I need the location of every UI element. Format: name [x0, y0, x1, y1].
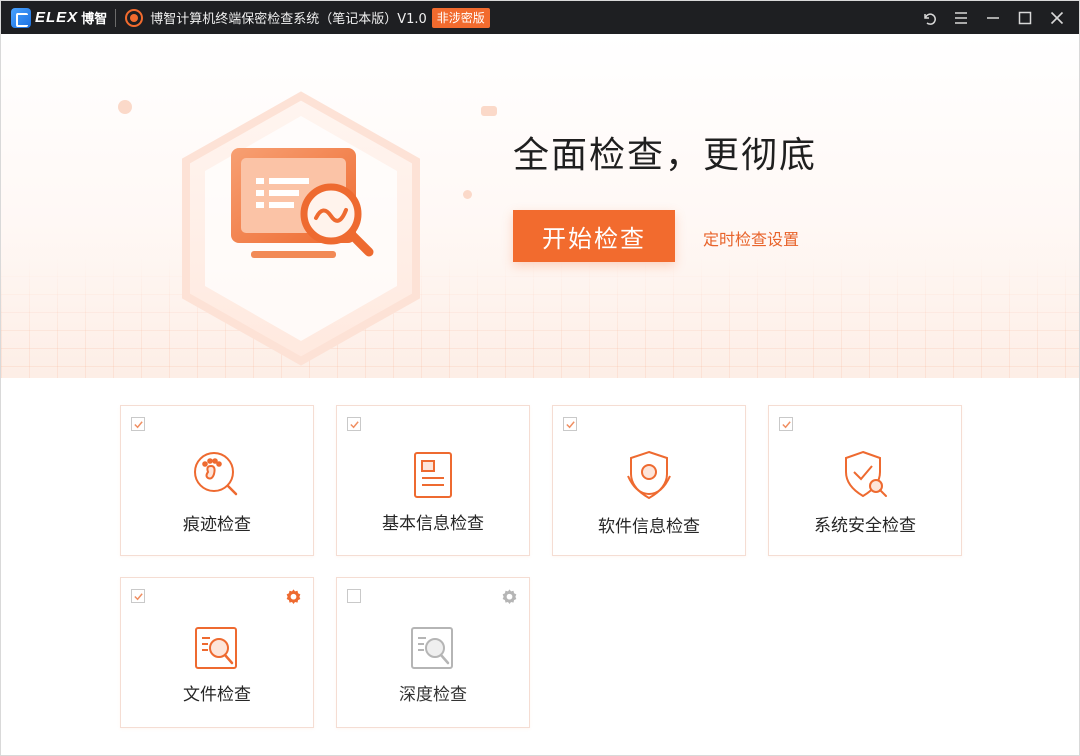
check-icon — [133, 592, 143, 600]
info-document-icon — [414, 452, 452, 498]
menu-button[interactable] — [945, 1, 977, 34]
check-card-basic-info[interactable]: 基本信息检查 — [336, 405, 530, 556]
maximize-button[interactable] — [1009, 1, 1041, 34]
check-card-file[interactable]: 文件检查 — [120, 577, 314, 728]
minimize-icon — [987, 16, 999, 19]
elex-logo-icon — [11, 7, 31, 28]
file-search-icon — [195, 627, 237, 669]
security-shield-check-icon — [845, 450, 887, 498]
card-label: 系统安全检查 — [814, 516, 916, 536]
brand-text: ELEX — [35, 9, 79, 26]
decor-dot — [463, 190, 472, 199]
menu-icon — [955, 11, 967, 24]
monitor-scan-illustration — [182, 91, 420, 366]
title-divider — [115, 8, 117, 27]
card-checkbox[interactable] — [347, 589, 361, 603]
title-bar[interactable]: ELEX 博智 博智计算机终端保密检查系统（笔记本版）V1.0 非涉密版 — [1, 1, 1079, 34]
hero-headline: 全面检查，更彻底 — [513, 135, 818, 176]
schedule-settings-link[interactable]: 定时检查设置 — [703, 226, 799, 250]
settings-gear-icon[interactable] — [500, 587, 519, 606]
deep-search-icon — [411, 627, 453, 669]
check-icon — [133, 420, 143, 428]
hero-grid-decoration — [1, 258, 1079, 378]
start-check-button[interactable]: 开始检查 — [513, 210, 675, 262]
card-checkbox[interactable] — [347, 417, 361, 431]
decor-dot — [481, 106, 497, 116]
hero-banner: 全面检查，更彻底 开始检查 定时检查设置 — [1, 34, 1079, 378]
software-shield-icon — [627, 450, 671, 500]
check-icon — [781, 420, 791, 428]
close-icon — [1050, 11, 1064, 24]
undo-icon — [924, 12, 936, 25]
app-eye-icon — [125, 8, 144, 27]
brand-logo: ELEX 博智 — [1, 1, 107, 34]
settings-gear-icon[interactable] — [284, 587, 303, 606]
check-icon — [349, 420, 359, 428]
minimize-button[interactable] — [977, 1, 1009, 34]
card-label: 软件信息检查 — [598, 517, 700, 537]
check-card-trace[interactable]: 痕迹检查 — [120, 405, 314, 556]
app-window: ELEX 博智 博智计算机终端保密检查系统（笔记本版）V1.0 非涉密版 全面检… — [0, 0, 1080, 756]
close-button[interactable] — [1041, 1, 1073, 34]
back-button[interactable] — [913, 1, 945, 34]
card-checkbox[interactable] — [131, 589, 145, 603]
decor-dot — [118, 100, 132, 114]
card-checkbox[interactable] — [563, 417, 577, 431]
card-label: 痕迹检查 — [183, 515, 251, 535]
card-label: 文件检查 — [183, 685, 251, 705]
window-title: 博智计算机终端保密检查系统（笔记本版）V1.0 — [150, 12, 427, 27]
card-label: 深度检查 — [399, 685, 467, 705]
card-checkbox[interactable] — [131, 417, 145, 431]
brand-cn-text: 博智 — [81, 12, 108, 27]
card-checkbox[interactable] — [779, 417, 793, 431]
card-label: 基本信息检查 — [382, 514, 484, 534]
window-controls — [913, 1, 1073, 34]
footprint-search-icon — [194, 452, 238, 496]
check-icon — [565, 420, 575, 428]
check-card-system-security[interactable]: 系统安全检查 — [768, 405, 962, 556]
edition-badge: 非涉密版 — [431, 7, 490, 28]
check-card-deep[interactable]: 深度检查 — [336, 577, 530, 728]
check-card-software-info[interactable]: 软件信息检查 — [552, 405, 746, 556]
maximize-icon — [1018, 11, 1032, 24]
